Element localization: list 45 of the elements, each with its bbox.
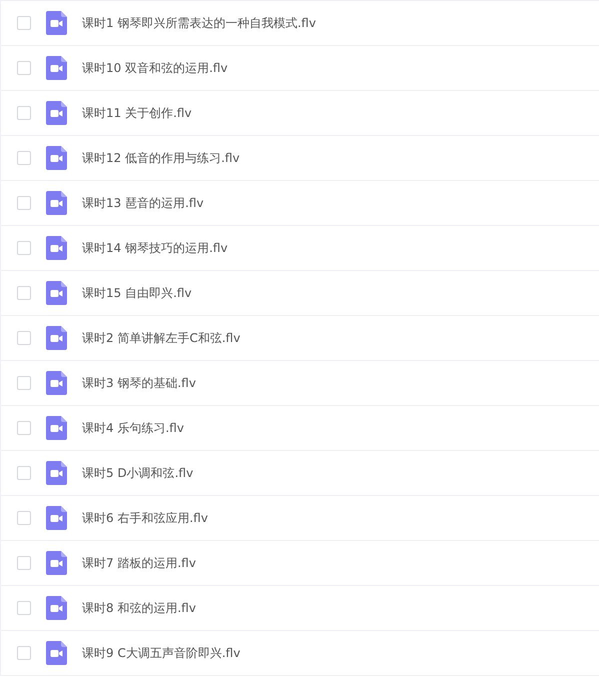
file-name[interactable]: 课时5 D小调和弦.flv xyxy=(82,464,194,482)
checkbox[interactable] xyxy=(17,601,31,615)
video-file-icon xyxy=(46,416,67,440)
video-file-icon xyxy=(46,191,67,215)
checkbox[interactable] xyxy=(17,421,31,435)
file-name[interactable]: 课时2 简单讲解左手C和弦.flv xyxy=(82,329,240,347)
video-file-icon xyxy=(46,641,67,665)
checkbox[interactable] xyxy=(17,466,31,480)
video-file-icon xyxy=(46,101,67,125)
video-file-icon xyxy=(46,596,67,620)
checkbox[interactable] xyxy=(17,196,31,210)
file-name[interactable]: 课时10 双音和弦的运用.flv xyxy=(82,59,228,77)
file-name[interactable]: 课时4 乐句练习.flv xyxy=(82,419,184,437)
video-file-icon xyxy=(46,371,67,395)
file-name[interactable]: 课时7 踏板的运用.flv xyxy=(82,554,196,572)
file-name[interactable]: 课时13 琶音的运用.flv xyxy=(82,194,204,212)
file-name[interactable]: 课时14 钢琴技巧的运用.flv xyxy=(82,239,228,257)
video-file-icon xyxy=(46,551,67,575)
video-file-icon xyxy=(46,326,67,350)
video-file-icon xyxy=(46,56,67,80)
checkbox[interactable] xyxy=(17,16,31,30)
checkbox[interactable] xyxy=(17,286,31,300)
file-name[interactable]: 课时15 自由即兴.flv xyxy=(82,284,192,302)
file-name[interactable]: 课时11 关于创作.flv xyxy=(82,104,192,122)
checkbox[interactable] xyxy=(17,241,31,255)
video-file-icon xyxy=(46,11,67,35)
checkbox[interactable] xyxy=(17,106,31,120)
checkbox[interactable] xyxy=(17,331,31,345)
checkbox[interactable] xyxy=(17,61,31,75)
file-name[interactable]: 课时1 钢琴即兴所需表达的一种自我模式.flv xyxy=(82,14,316,32)
video-file-icon xyxy=(46,506,67,530)
checkbox[interactable] xyxy=(17,556,31,570)
video-file-icon xyxy=(46,461,67,485)
checkbox[interactable] xyxy=(17,646,31,660)
file-name[interactable]: 课时8 和弦的运用.flv xyxy=(82,599,196,617)
video-file-icon xyxy=(46,281,67,305)
file-name[interactable]: 课时3 钢琴的基础.flv xyxy=(82,374,196,392)
checkbox[interactable] xyxy=(17,376,31,390)
video-file-icon xyxy=(46,236,67,260)
file-name[interactable]: 课时9 C大调五声音阶即兴.flv xyxy=(82,644,240,662)
checkbox[interactable] xyxy=(17,511,31,525)
video-file-icon xyxy=(46,146,67,170)
checkbox[interactable] xyxy=(17,151,31,165)
file-name[interactable]: 课时6 右手和弦应用.flv xyxy=(82,509,208,527)
file-name[interactable]: 课时12 低音的作用与练习.flv xyxy=(82,149,240,167)
